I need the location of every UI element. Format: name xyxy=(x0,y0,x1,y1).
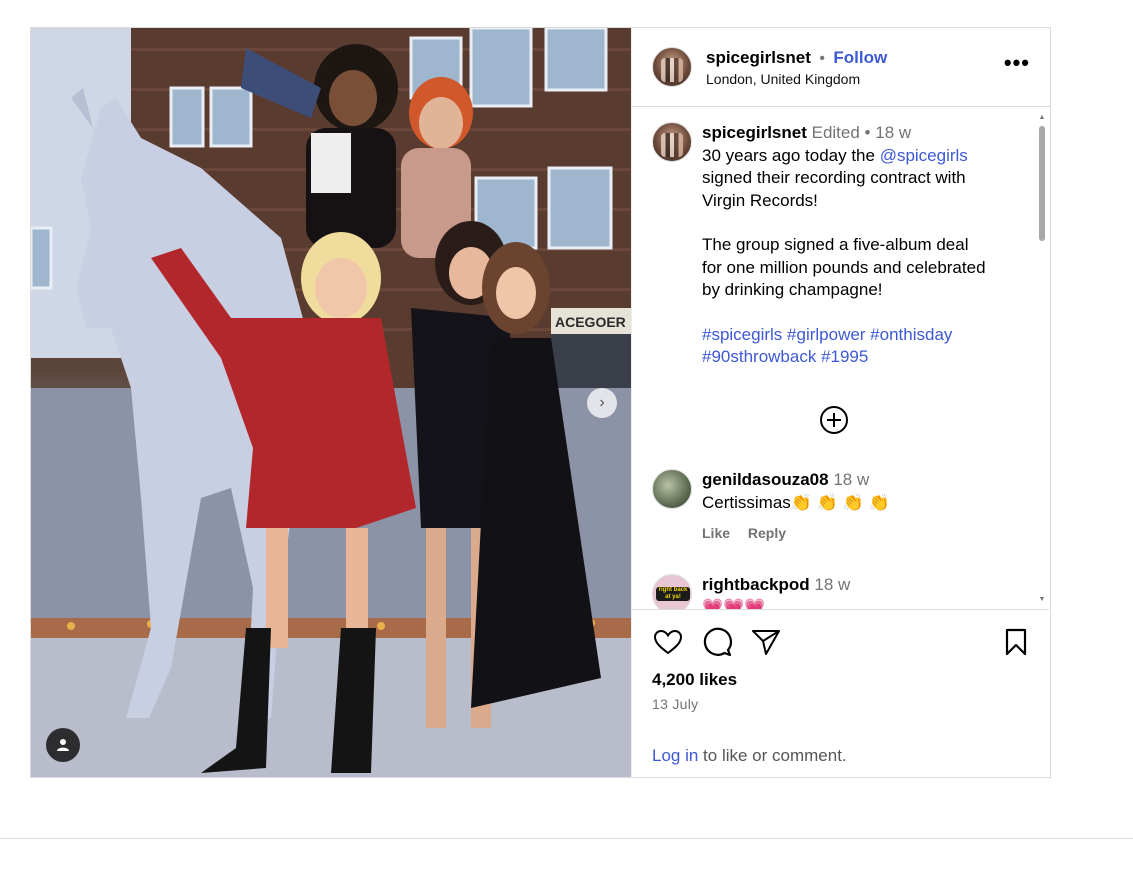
author-username[interactable]: spicegirlsnet xyxy=(706,48,811,67)
author-info: spicegirlsnet • Follow London, United Ki… xyxy=(706,48,1004,87)
share-icon[interactable] xyxy=(750,626,782,658)
comment-time[interactable]: 18 w xyxy=(833,470,869,489)
commenter-avatar[interactable] xyxy=(652,469,692,509)
post-footer: 4,200 likes 13 July Log in to like or co… xyxy=(632,609,1049,777)
load-more-comments-button[interactable] xyxy=(818,404,850,436)
mention-link[interactable]: @spicegirls xyxy=(880,146,968,165)
follow-button[interactable]: Follow xyxy=(833,48,887,67)
heart-icon[interactable] xyxy=(652,626,684,658)
comment-body: rightbackpod 18 w 💗💗💗 xyxy=(702,574,992,609)
scroll-down-arrow-icon[interactable]: ▼ xyxy=(1038,596,1046,604)
post-location[interactable]: London, United Kingdom xyxy=(706,71,1004,87)
login-prompt-text: to like or comment. xyxy=(698,746,847,765)
comment-icon[interactable] xyxy=(701,626,733,658)
more-options-icon[interactable]: ••• xyxy=(1004,50,1030,84)
comment-time[interactable]: 18 w xyxy=(814,575,850,594)
commenter-username[interactable]: rightbackpod xyxy=(702,575,810,594)
caption-text: 30 years ago today the @spicegirls signe… xyxy=(702,145,992,213)
comment-body: genildasouza08 18 w Certissimas👏 👏 👏 👏 L… xyxy=(702,469,992,545)
tagged-users-button[interactable] xyxy=(46,728,80,762)
action-icons xyxy=(652,626,1032,660)
shop-sign-text: ACEGOER xyxy=(555,314,626,330)
author-avatar[interactable] xyxy=(652,47,692,87)
login-prompt: Log in to like or comment. xyxy=(652,746,847,766)
post-photo[interactable]: ACEGOER › xyxy=(31,28,631,777)
caption-text-end: signed their recording contract with Vir… xyxy=(702,168,966,210)
comment-item: right back at ya! rightbackpod 18 w 💗💗💗 xyxy=(652,574,992,609)
edited-label: Edited xyxy=(811,123,860,142)
comment-text: Certissimas👏 👏 👏 👏 xyxy=(702,492,890,512)
caption-body: spicegirlsnet Edited • 18 w 30 years ago… xyxy=(702,122,992,369)
bookmark-icon[interactable] xyxy=(1000,626,1032,658)
commenter-avatar[interactable]: right back at ya! xyxy=(652,574,692,609)
caption-hashtags[interactable]: #spicegirls #girlpower #onthisday #90sth… xyxy=(702,324,992,369)
caption-time[interactable]: 18 w xyxy=(875,123,911,142)
user-tag-icon xyxy=(57,739,69,751)
page-divider xyxy=(0,838,1133,839)
like-comment-button[interactable]: Like xyxy=(702,525,730,541)
comment-actions: Like Reply xyxy=(702,522,992,545)
instagram-post: ACEGOER › spicegirlsnet • Follow London,… xyxy=(30,27,1051,778)
comment-item: genildasouza08 18 w Certissimas👏 👏 👏 👏 L… xyxy=(652,469,992,545)
add-circle-icon xyxy=(820,406,848,434)
caption-entry: spicegirlsnet Edited • 18 w 30 years ago… xyxy=(652,122,992,369)
reply-button[interactable]: Reply xyxy=(748,525,786,541)
scroll-thumb[interactable] xyxy=(1039,126,1045,241)
caption-avatar[interactable] xyxy=(652,122,692,162)
photo-scene: ACEGOER xyxy=(31,28,631,777)
login-link[interactable]: Log in xyxy=(652,746,698,765)
scroll-up-arrow-icon[interactable]: ▲ xyxy=(1038,114,1046,122)
comments-scrollbar[interactable]: ▲ ▼ xyxy=(1038,114,1046,604)
caption-text-start: 30 years ago today the xyxy=(702,145,880,165)
caption-username[interactable]: spicegirlsnet xyxy=(702,123,807,142)
chevron-right-icon: › xyxy=(599,394,605,411)
likes-count[interactable]: 4,200 likes xyxy=(652,670,737,690)
separator-dot: • xyxy=(864,123,876,142)
next-photo-button[interactable]: › xyxy=(587,388,617,418)
post-date[interactable]: 13 July xyxy=(652,696,698,712)
commenter-username[interactable]: genildasouza08 xyxy=(702,470,829,489)
post-side-panel: spicegirlsnet • Follow London, United Ki… xyxy=(631,28,1050,777)
avatar-logo-text: right back at ya! xyxy=(656,587,690,601)
comments-list[interactable]: spicegirlsnet Edited • 18 w 30 years ago… xyxy=(632,108,1049,609)
post-header: spicegirlsnet • Follow London, United Ki… xyxy=(632,28,1050,107)
comment-text: 💗💗💗 xyxy=(702,597,766,610)
caption-paragraph-2: The group signed a five-album deal for o… xyxy=(702,235,986,299)
separator-dot: • xyxy=(819,49,825,67)
